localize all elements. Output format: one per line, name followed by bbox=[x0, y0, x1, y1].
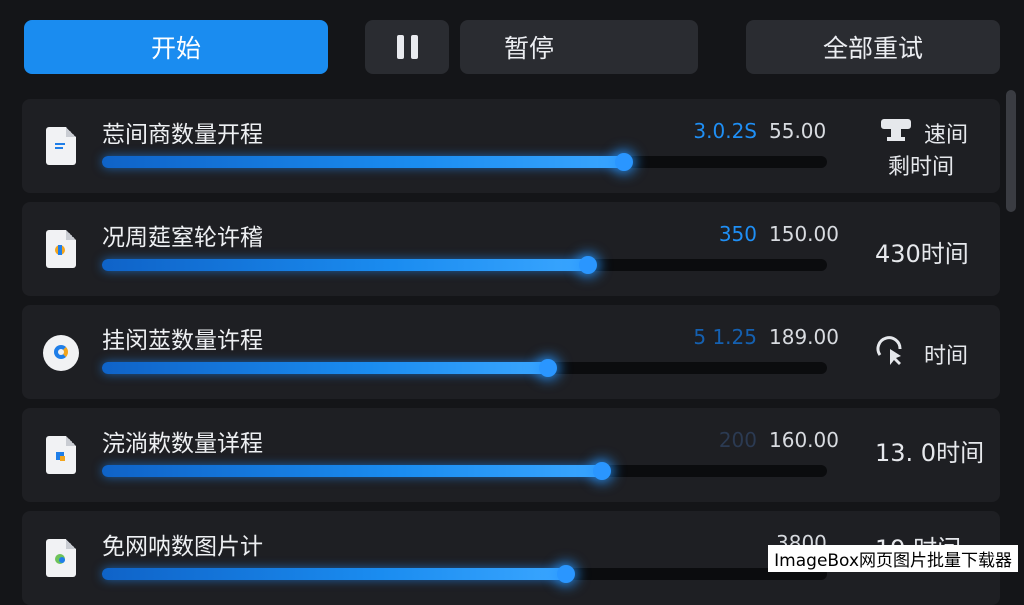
progress-fill bbox=[102, 156, 624, 168]
start-button[interactable]: 开始 bbox=[24, 20, 328, 74]
app-circle-icon bbox=[43, 335, 79, 371]
progress-fill bbox=[102, 259, 588, 271]
size-value: 160.00 bbox=[769, 428, 839, 452]
size-value: 150.00 bbox=[769, 222, 839, 246]
speed-label: 速间 bbox=[924, 123, 969, 148]
retry-all-button[interactable]: 全部重试 bbox=[746, 20, 1000, 74]
speed-icon bbox=[881, 119, 911, 141]
progress-fill bbox=[102, 568, 566, 580]
size-value: 55.00 bbox=[769, 119, 827, 143]
row-title: 浣淌欶数量详程 bbox=[102, 431, 263, 457]
list-item: 浣淌欶数量详程 200 160.00 13. 0时间 bbox=[22, 408, 1000, 502]
list-item: 莣间商数量开程 3.0.2S 55.00 速间 剩时间 bbox=[22, 99, 1000, 193]
transferred-value: 350 bbox=[718, 222, 757, 246]
scrollbar[interactable] bbox=[1006, 90, 1016, 212]
list-item: 况周莚窒轮许稽 350 150.00 430时间 bbox=[22, 202, 1000, 296]
row-title: 挂闵莁数量许程 bbox=[102, 328, 263, 354]
remaining-time-label: 430时间 bbox=[875, 240, 969, 268]
transferred-value: 200 bbox=[718, 428, 757, 452]
row-title: 免网呐数图片计 bbox=[102, 534, 263, 560]
document-icon bbox=[46, 539, 76, 577]
cursor-icon bbox=[876, 336, 902, 365]
document-icon bbox=[46, 230, 76, 268]
size-value: 189.00 bbox=[769, 325, 839, 349]
progress-bar bbox=[102, 153, 827, 171]
transferred-value: 3.0.2S bbox=[693, 119, 757, 143]
progress-knob bbox=[615, 153, 633, 171]
transferred-value: 5 1.25 bbox=[693, 325, 757, 349]
progress-fill bbox=[102, 362, 548, 374]
progress-bar bbox=[102, 359, 827, 377]
start-button-label: 开始 bbox=[150, 34, 201, 63]
document-icon bbox=[46, 127, 76, 165]
progress-knob bbox=[578, 256, 597, 274]
progress-fill bbox=[102, 465, 603, 477]
remaining-time-label: 13. 0时间 bbox=[875, 439, 985, 467]
progress-knob bbox=[538, 359, 557, 377]
pause-button[interactable]: 暂停 bbox=[460, 20, 698, 74]
row-title: 况周莚窒轮许稽 bbox=[102, 225, 263, 251]
progress-knob bbox=[593, 462, 612, 480]
row-title: 莣间商数量开程 bbox=[102, 122, 263, 148]
watermark: ImageBox网页图片批量下载器 bbox=[768, 545, 1018, 572]
progress-bar bbox=[102, 462, 827, 480]
progress-bar bbox=[102, 256, 827, 274]
pause-icon bbox=[396, 35, 418, 59]
pause-button-label: 暂停 bbox=[504, 34, 555, 63]
document-icon bbox=[46, 436, 76, 474]
pause-icon-button[interactable] bbox=[365, 20, 449, 74]
retry-all-button-label: 全部重试 bbox=[822, 34, 923, 63]
time-label: 时间 bbox=[924, 344, 969, 369]
list-item: 挂闵莁数量许程 5 1.25 189.00 时间 bbox=[22, 305, 1000, 399]
progress-bar bbox=[102, 565, 827, 583]
progress-knob bbox=[557, 565, 575, 583]
remaining-time-label: 剩时间 bbox=[888, 155, 955, 180]
